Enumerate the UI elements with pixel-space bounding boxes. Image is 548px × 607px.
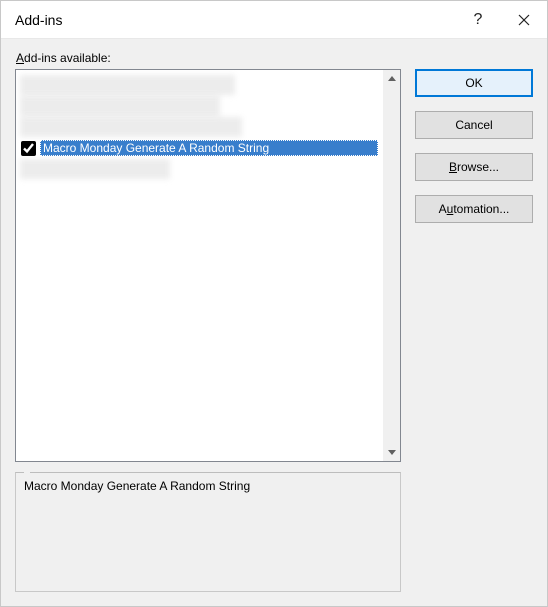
- left-column: Add-ins available: Macro Monday Generate…: [15, 51, 401, 592]
- addins-available-label: Add-ins available:: [15, 51, 401, 65]
- dialog-title: Add-ins: [15, 12, 455, 28]
- list-item-blurred: [20, 159, 170, 179]
- list-item-blurred: [20, 117, 242, 137]
- list-item-label: Macro Monday Generate A Random String: [40, 140, 378, 156]
- titlebar: Add-ins ?: [1, 1, 547, 39]
- scrollbar[interactable]: [383, 70, 400, 461]
- help-button[interactable]: ?: [455, 1, 501, 39]
- list-item-blurred: [20, 96, 220, 116]
- chevron-up-icon: [388, 76, 396, 81]
- scroll-down-button[interactable]: [383, 444, 400, 461]
- close-button[interactable]: [501, 1, 547, 39]
- close-icon: [518, 14, 530, 26]
- automation-button[interactable]: Automation...: [415, 195, 533, 223]
- addins-dialog: Add-ins ? Add-ins available: Macro Monda…: [0, 0, 548, 607]
- chevron-down-icon: [388, 450, 396, 455]
- right-column: OK Cancel Browse... Automation...: [415, 51, 533, 592]
- addins-listbox[interactable]: Macro Monday Generate A Random String: [15, 69, 401, 462]
- list-inner: Macro Monday Generate A Random String: [16, 70, 382, 461]
- browse-button[interactable]: Browse...: [415, 153, 533, 181]
- description-text: Macro Monday Generate A Random String: [24, 479, 392, 493]
- cancel-button[interactable]: Cancel: [415, 111, 533, 139]
- list-item-checkbox[interactable]: [21, 141, 36, 156]
- dialog-content: Add-ins available: Macro Monday Generate…: [1, 39, 547, 606]
- list-item[interactable]: Macro Monday Generate A Random String: [20, 138, 378, 158]
- ok-button[interactable]: OK: [415, 69, 533, 97]
- list-item-blurred: [20, 75, 235, 95]
- scroll-up-button[interactable]: [383, 70, 400, 87]
- description-groupbox: Macro Monday Generate A Random String: [15, 472, 401, 592]
